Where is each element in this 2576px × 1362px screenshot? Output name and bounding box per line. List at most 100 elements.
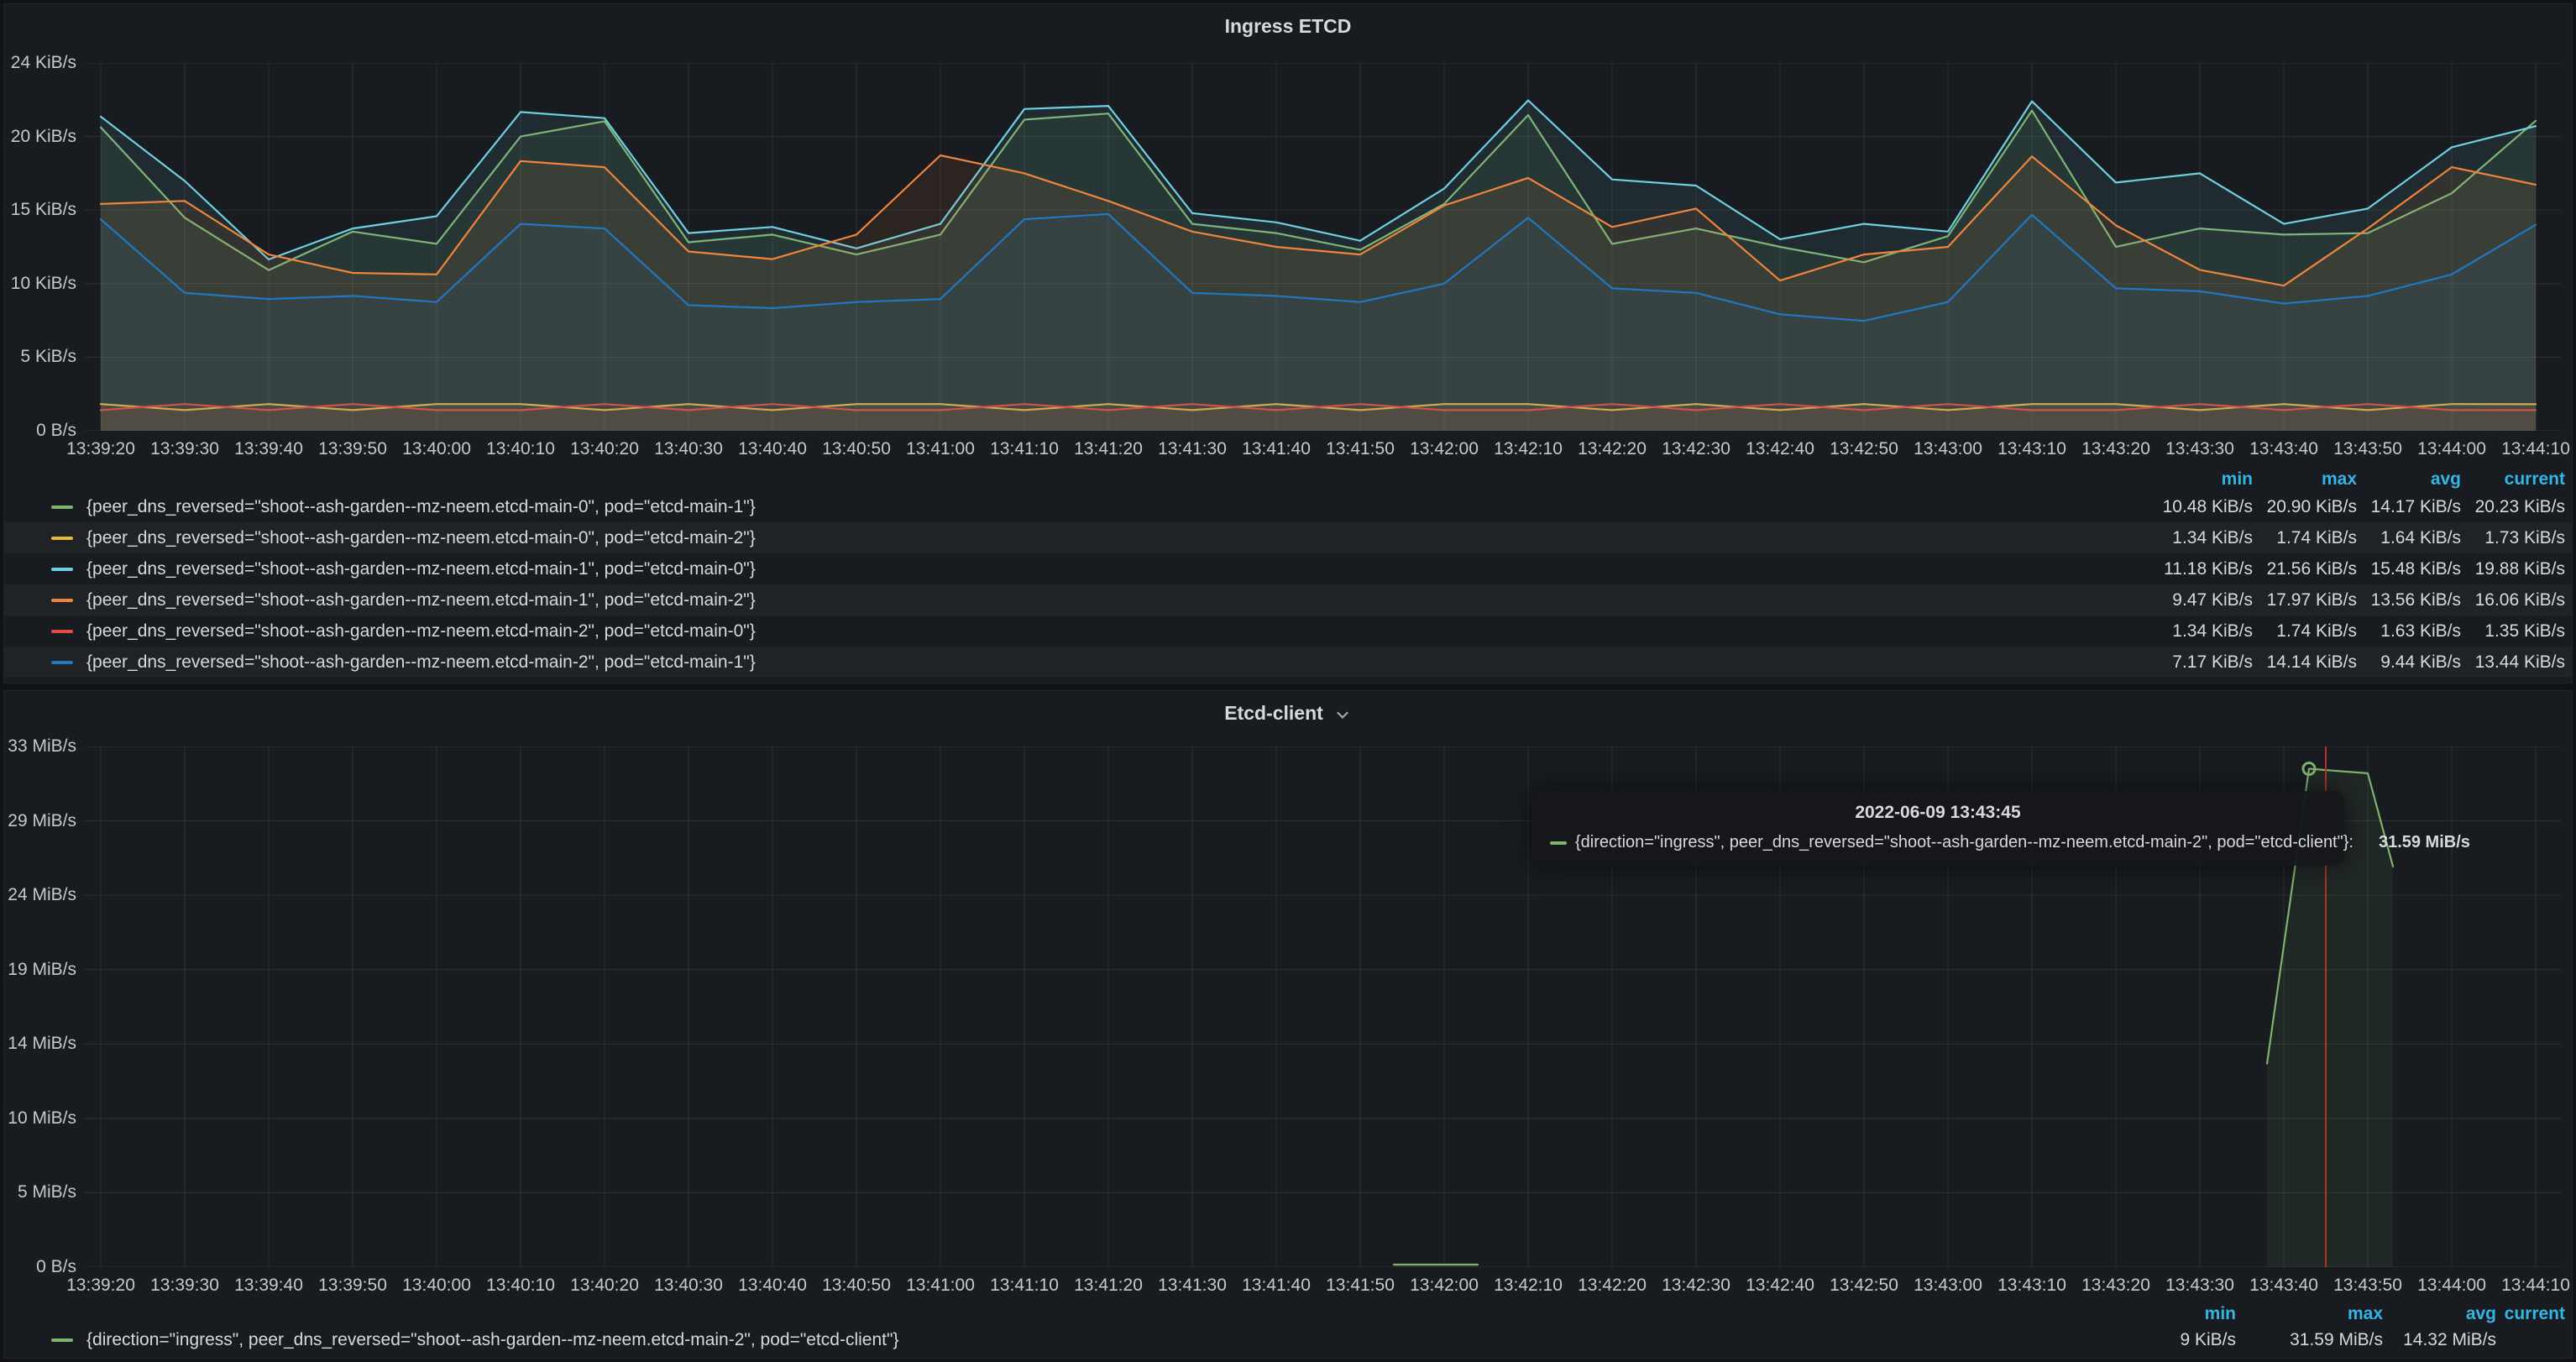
legend-row: {peer_dns_reversed="shoot--ash-garden--m…	[4, 584, 2572, 616]
legend-min-value: 1.34 KiB/s	[2149, 528, 2253, 548]
panel-title-text: Ingress ETCD	[1225, 15, 1352, 38]
x-tick-label: 13:43:50	[2322, 1276, 2414, 1296]
x-tick-label: 13:43:00	[1902, 1276, 1994, 1296]
legend-current-value: 16.06 KiB/s	[2461, 590, 2565, 610]
legend-current-value: 1.35 KiB/s	[2461, 621, 2565, 642]
x-tick-label: 13:39:30	[139, 1276, 231, 1296]
tooltip-timestamp: 2022-06-09 13:43:45	[1550, 803, 2326, 823]
legend-min-value: 9.47 KiB/s	[2149, 590, 2253, 610]
x-tick-label: 13:39:20	[55, 439, 147, 459]
x-tick-label: 13:42:00	[1398, 1276, 1490, 1296]
x-tick-label: 13:44:10	[2490, 439, 2576, 459]
ingress-etcd-chart[interactable]	[84, 63, 2561, 431]
legend-max-value: 21.56 KiB/s	[2253, 559, 2357, 579]
x-tick-label: 13:43:50	[2322, 439, 2414, 459]
chevron-down-icon[interactable]	[1333, 705, 1352, 724]
x-tick-label: 13:42:10	[1482, 1276, 1574, 1296]
x-tick-label: 13:44:00	[2406, 1276, 2498, 1296]
y-tick-label: 19 MiB/s	[4, 960, 76, 980]
x-tick-label: 13:41:50	[1314, 439, 1406, 459]
y-tick-label: 5 MiB/s	[4, 1182, 76, 1202]
series-color-dash	[51, 1338, 73, 1342]
x-tick-label: 13:41:10	[978, 1276, 1071, 1296]
x-tick-label: 13:44:00	[2406, 439, 2498, 459]
x-tick-label: 13:40:30	[642, 1276, 735, 1296]
legend-avg-value: 1.63 KiB/s	[2357, 621, 2461, 642]
tooltip-series-label: {direction="ingress", peer_dns_reversed=…	[1575, 833, 2353, 852]
x-tick-label: 13:42:30	[1650, 439, 1742, 459]
legend-series-label[interactable]: {peer_dns_reversed="shoot--ash-garden--m…	[86, 621, 2149, 642]
legend-series-label[interactable]: {peer_dns_reversed="shoot--ash-garden--m…	[86, 559, 2149, 579]
y-tick-label: 20 KiB/s	[4, 127, 76, 147]
x-tick-label: 13:43:10	[1986, 439, 2078, 459]
x-tick-label: 13:42:40	[1734, 1276, 1826, 1296]
legend-max-value: 20.90 KiB/s	[2253, 497, 2357, 517]
y-tick-label: 10 KiB/s	[4, 274, 76, 294]
panel-title-etcd-client[interactable]: Etcd-client	[4, 691, 2572, 735]
y-tick-label: 24 MiB/s	[4, 885, 76, 905]
legend-avg-value: 15.48 KiB/s	[2357, 559, 2461, 579]
x-tick-label: 13:41:00	[894, 439, 987, 459]
legend-series-label[interactable]: {direction="ingress", peer_dns_reversed=…	[86, 1330, 2110, 1350]
x-tick-label: 13:41:30	[1146, 439, 1238, 459]
legend-avg-value: 14.32 MiB/s	[2383, 1330, 2496, 1350]
x-tick-label: 13:43:10	[1986, 1276, 2078, 1296]
x-tick-label: 13:43:30	[2154, 1276, 2246, 1296]
x-tick-label: 13:43:20	[2070, 1276, 2162, 1296]
x-tick-label: 13:39:40	[223, 1276, 315, 1296]
x-tick-label: 13:41:40	[1230, 1276, 1322, 1296]
x-tick-label: 13:41:00	[894, 1276, 987, 1296]
legend-avg-value: 9.44 KiB/s	[2357, 652, 2461, 673]
legend-header-avg[interactable]: avg	[2383, 1304, 2496, 1324]
legend-avg-value: 14.17 KiB/s	[2357, 497, 2461, 517]
legend-max-value: 17.97 KiB/s	[2253, 590, 2357, 610]
x-tick-label: 13:42:30	[1650, 1276, 1742, 1296]
series-color-dash	[51, 506, 73, 509]
legend-header-min[interactable]: min	[2110, 1304, 2236, 1324]
y-tick-label: 5 KiB/s	[4, 347, 76, 367]
legend-header-max[interactable]: max	[2253, 469, 2357, 490]
legend-min-value: 7.17 KiB/s	[2149, 652, 2253, 673]
legend-header-min[interactable]: min	[2149, 469, 2253, 490]
y-tick-label: 10 MiB/s	[4, 1108, 76, 1129]
x-tick-label: 13:41:50	[1314, 1276, 1406, 1296]
legend-min-value: 10.48 KiB/s	[2149, 497, 2253, 517]
y-tick-label: 0 B/s	[4, 421, 76, 441]
legend-series-label[interactable]: {peer_dns_reversed="shoot--ash-garden--m…	[86, 528, 2149, 548]
legend-series-label[interactable]: {peer_dns_reversed="shoot--ash-garden--m…	[86, 497, 2149, 517]
legend-header-avg[interactable]: avg	[2357, 469, 2461, 490]
series-color-dash	[51, 661, 73, 664]
legend-row: {peer_dns_reversed="shoot--ash-garden--m…	[4, 647, 2572, 678]
legend-min-value: 11.18 KiB/s	[2149, 559, 2253, 579]
x-tick-label: 13:43:40	[2238, 1276, 2330, 1296]
legend-series-label[interactable]: {peer_dns_reversed="shoot--ash-garden--m…	[86, 590, 2149, 610]
x-tick-label: 13:40:10	[474, 1276, 567, 1296]
x-tick-label: 13:39:40	[223, 439, 315, 459]
legend-header-current[interactable]: current	[2496, 1304, 2565, 1324]
legend-header-current[interactable]: current	[2461, 469, 2565, 490]
legend-series-label[interactable]: {peer_dns_reversed="shoot--ash-garden--m…	[86, 652, 2149, 673]
x-tick-label: 13:40:40	[726, 1276, 819, 1296]
legend-avg-value: 13.56 KiB/s	[2357, 590, 2461, 610]
x-tick-label: 13:39:30	[139, 439, 231, 459]
y-tick-label: 33 MiB/s	[4, 736, 76, 757]
y-tick-label: 14 MiB/s	[4, 1034, 76, 1054]
legend-current-value: 13.44 KiB/s	[2461, 652, 2565, 673]
legend-header-row: minmaxavgcurrent	[4, 1302, 2572, 1326]
x-tick-label: 13:40:00	[390, 439, 483, 459]
legend-header-max[interactable]: max	[2236, 1304, 2383, 1324]
x-tick-label: 13:40:50	[810, 439, 903, 459]
tooltip-value: 31.59 MiB/s	[2379, 833, 2470, 852]
x-tick-label: 13:40:20	[558, 439, 651, 459]
series-color-dash	[51, 599, 73, 602]
y-tick-label: 29 MiB/s	[4, 811, 76, 831]
x-tick-label: 13:42:50	[1818, 1276, 1910, 1296]
panel-title-text: Etcd-client	[1224, 702, 1323, 725]
x-tick-label: 13:44:10	[2490, 1276, 2576, 1296]
panel-etcd-client: Etcd-client 33 MiB/s 29 MiB/s 24 MiB/s 19 M…	[3, 690, 2573, 1359]
panel-title-ingress-etcd[interactable]: Ingress ETCD	[4, 4, 2572, 48]
legend-max-value: 1.74 KiB/s	[2253, 528, 2357, 548]
y-tick-label: 24 KiB/s	[4, 53, 76, 73]
x-tick-label: 13:40:50	[810, 1276, 903, 1296]
tooltip-series-row: {direction="ingress", peer_dns_reversed=…	[1550, 833, 2326, 852]
